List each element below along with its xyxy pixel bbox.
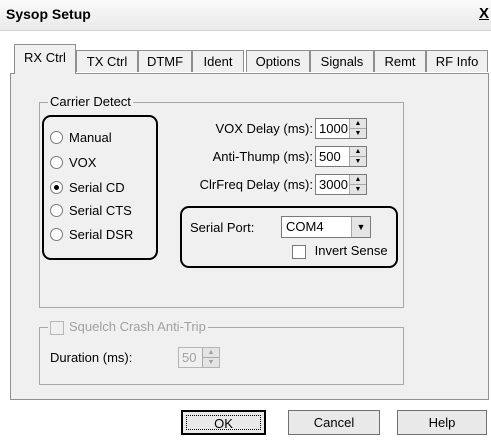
- spin-down-icon[interactable]: ▼: [350, 185, 366, 194]
- ok-button[interactable]: OK: [181, 410, 266, 435]
- radio-vox[interactable]: VOX: [50, 155, 96, 170]
- serial-port-label: Serial Port:: [190, 220, 255, 235]
- invert-sense-label: Invert Sense: [314, 243, 388, 258]
- anti-thump-spinner[interactable]: 500 ▲ ▼: [315, 146, 367, 167]
- radio-manual-label: Manual: [69, 130, 112, 145]
- clrfreq-delay-spin-buttons[interactable]: ▲ ▼: [349, 175, 366, 194]
- radio-serial-dsr-button[interactable]: [50, 228, 63, 241]
- radio-serial-cd[interactable]: Serial CD: [50, 180, 125, 195]
- radio-serial-cts[interactable]: Serial CTS: [50, 203, 132, 218]
- tab-rf-info[interactable]: RF Info: [426, 50, 488, 72]
- radio-serial-dsr[interactable]: Serial DSR: [50, 227, 133, 242]
- radio-serial-cd-button[interactable]: [50, 181, 63, 194]
- tab-signals[interactable]: Signals: [310, 50, 374, 72]
- tab-dtmf[interactable]: DTMF: [138, 50, 192, 72]
- chevron-down-icon[interactable]: ▼: [351, 217, 370, 237]
- squelch-legend-label: Squelch Crash Anti-Trip: [69, 319, 206, 334]
- radio-serial-cts-label: Serial CTS: [69, 203, 132, 218]
- radio-serial-dsr-label: Serial DSR: [69, 227, 134, 242]
- spin-up-icon[interactable]: ▲: [350, 147, 366, 157]
- tab-ident[interactable]: Ident: [192, 50, 244, 72]
- cancel-button[interactable]: Cancel: [288, 410, 380, 435]
- ok-focus-rect: [186, 415, 261, 430]
- help-button[interactable]: Help: [397, 410, 487, 435]
- title-bar: Sysop Setup X: [0, 0, 491, 31]
- duration-label: Duration (ms):: [50, 350, 133, 365]
- anti-thump-label: Anti-Thump (ms):: [212, 149, 313, 164]
- radio-serial-cts-button[interactable]: [50, 204, 63, 217]
- serial-port-select[interactable]: COM4 ▼: [281, 216, 371, 238]
- duration-value: 50: [182, 350, 197, 365]
- clrfreq-delay-value[interactable]: 3000: [319, 177, 348, 192]
- carrier-detect-group: Carrier Detect Manual VOX Serial CD Seri…: [39, 94, 404, 308]
- anti-thump-value[interactable]: 500: [319, 149, 341, 164]
- spin-up-icon[interactable]: ▲: [350, 175, 366, 185]
- squelch-checkbox[interactable]: [50, 320, 64, 335]
- tab-options[interactable]: Options: [246, 50, 310, 72]
- duration-spinner[interactable]: 50 ▲ ▼: [178, 347, 220, 368]
- serial-port-value: COM4: [286, 219, 324, 234]
- tab-remt[interactable]: Remt: [374, 50, 426, 72]
- squelch-legend[interactable]: Squelch Crash Anti-Trip: [48, 319, 208, 335]
- spin-down-icon[interactable]: ▼: [203, 358, 219, 367]
- clrfreq-delay-spinner[interactable]: 3000 ▲ ▼: [315, 174, 367, 195]
- spin-up-icon[interactable]: ▲: [203, 348, 219, 358]
- vox-delay-spinner[interactable]: 1000 ▲ ▼: [315, 118, 367, 139]
- invert-sense-box[interactable]: [292, 244, 306, 259]
- radio-vox-button[interactable]: [50, 156, 63, 169]
- vox-delay-label: VOX Delay (ms):: [215, 121, 313, 136]
- spin-up-icon[interactable]: ▲: [350, 119, 366, 129]
- duration-spin-buttons[interactable]: ▲ ▼: [202, 348, 219, 367]
- tab-panel-rx-ctrl: Carrier Detect Manual VOX Serial CD Seri…: [10, 73, 489, 400]
- radio-manual-button[interactable]: [50, 131, 63, 144]
- vox-delay-spin-buttons[interactable]: ▲ ▼: [349, 119, 366, 138]
- radio-serial-cd-label: Serial CD: [69, 180, 125, 195]
- squelch-group: Squelch Crash Anti-Trip Duration (ms): 5…: [39, 319, 404, 385]
- carrier-detect-legend: Carrier Detect: [48, 94, 133, 109]
- spin-down-icon[interactable]: ▼: [350, 157, 366, 166]
- close-button[interactable]: X: [479, 5, 489, 22]
- window-title: Sysop Setup: [6, 6, 91, 22]
- anti-thump-spin-buttons[interactable]: ▲ ▼: [349, 147, 366, 166]
- invert-sense-checkbox[interactable]: Invert Sense: [292, 243, 388, 259]
- spin-down-icon[interactable]: ▼: [350, 129, 366, 138]
- tab-tx-ctrl[interactable]: TX Ctrl: [76, 50, 138, 72]
- radio-vox-label: VOX: [69, 155, 97, 170]
- tab-rx-ctrl[interactable]: RX Ctrl: [14, 44, 76, 74]
- clrfreq-delay-label: ClrFreq Delay (ms):: [199, 177, 313, 192]
- radio-manual[interactable]: Manual: [50, 130, 112, 145]
- vox-delay-value[interactable]: 1000: [319, 121, 348, 136]
